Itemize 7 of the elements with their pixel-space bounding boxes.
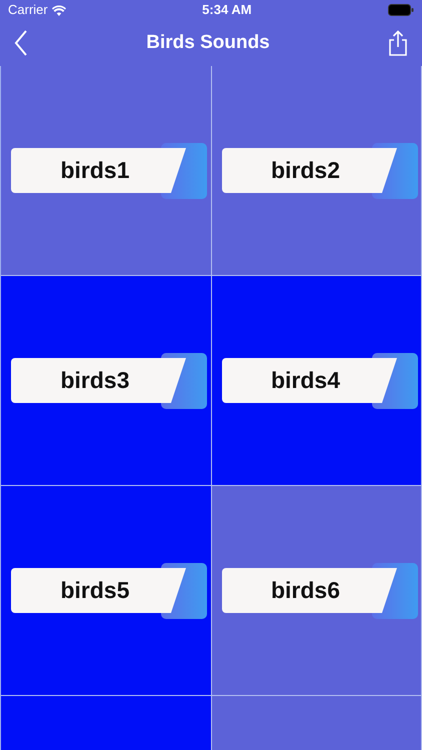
back-button[interactable] — [14, 30, 28, 56]
wifi-icon — [52, 4, 66, 16]
status-time: 5:34 AM — [202, 1, 252, 20]
nav-title: Birds Sounds — [146, 30, 270, 55]
battery-icon — [388, 4, 414, 16]
carrier-name: Carrier — [8, 1, 48, 20]
share-button[interactable] — [388, 30, 408, 56]
